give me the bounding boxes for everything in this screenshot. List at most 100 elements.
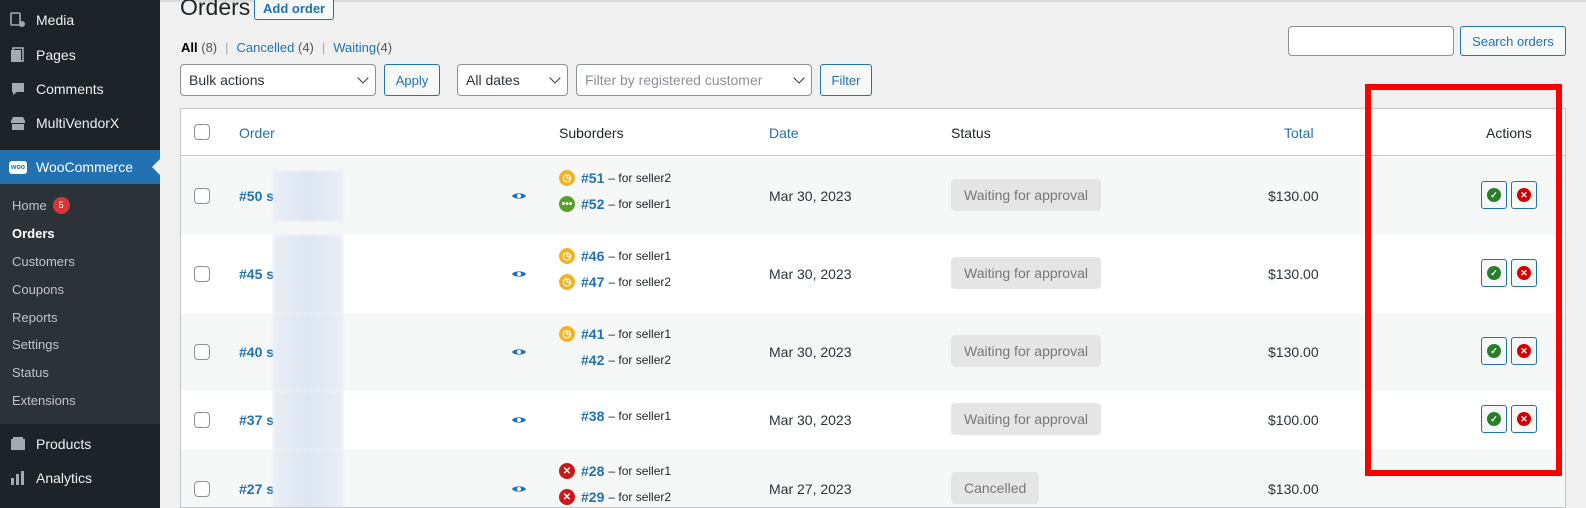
order-date: Mar 30, 2023 — [769, 412, 852, 428]
close-icon: ✕ — [1517, 266, 1531, 280]
suborder-link[interactable]: #47 — [581, 274, 604, 290]
suborder-item: ✕ #28 – for seller1 — [559, 463, 671, 479]
reject-button[interactable]: ✕ — [1511, 181, 1537, 209]
sidebar-item-comments[interactable]: Comments — [0, 72, 160, 106]
reject-button[interactable]: ✕ — [1511, 337, 1537, 365]
column-total[interactable]: Total — [1284, 125, 1314, 141]
check-icon: ✓ — [1487, 188, 1501, 202]
sidebar-item-products[interactable]: Products — [0, 427, 160, 461]
suborder-link[interactable]: #41 — [581, 326, 604, 342]
dates-select[interactable]: All dates — [457, 64, 568, 96]
current-menu-arrow — [152, 159, 160, 175]
submenu-item-reports[interactable]: Reports — [12, 310, 58, 325]
select-all-checkbox[interactable] — [194, 124, 210, 140]
table-row: #40 s ◷ #41 – for seller1 #42 – for sell… — [181, 313, 1565, 391]
row-checkbox[interactable] — [194, 266, 210, 282]
eye-icon[interactable] — [511, 191, 527, 201]
admin-sidebar: Media Pages Comments MultiVendorX woo Wo… — [0, 0, 160, 508]
redacted-customer-name — [273, 171, 343, 221]
view-cancelled[interactable]: Cancelled (4) — [237, 40, 314, 55]
approve-button[interactable]: ✓ — [1481, 181, 1507, 209]
sidebar-item-label: MultiVendorX — [36, 115, 120, 131]
redacted-customer-name — [273, 449, 343, 507]
reject-button[interactable]: ✕ — [1511, 405, 1537, 433]
filter-button[interactable]: Filter — [820, 64, 872, 96]
table-header: Order Suborders Date Status Total Action… — [181, 109, 1565, 156]
chevron-down-icon — [793, 72, 805, 84]
suborder-link[interactable]: #42 — [581, 352, 604, 368]
redacted-customer-name — [273, 235, 343, 313]
approve-button[interactable]: ✓ — [1481, 405, 1507, 433]
search-orders-button[interactable]: Search orders — [1460, 26, 1566, 56]
view-waiting[interactable]: Waiting(4) — [333, 40, 392, 55]
submenu-item-status[interactable]: Status — [12, 365, 49, 380]
no-status-icon — [559, 352, 575, 368]
apply-button[interactable]: Apply — [384, 64, 440, 96]
eye-icon[interactable] — [511, 415, 527, 425]
order-link[interactable]: #45 s — [239, 266, 274, 282]
reject-button[interactable]: ✕ — [1511, 259, 1537, 287]
search-input[interactable] — [1288, 26, 1454, 56]
order-link[interactable]: #37 s — [239, 412, 274, 428]
close-icon: ✕ — [1517, 188, 1531, 202]
order-total: $130.00 — [1268, 344, 1319, 360]
sidebar-item-multivendorx[interactable]: MultiVendorX — [0, 106, 160, 140]
sidebar-item-media[interactable]: Media — [0, 3, 160, 37]
suborder-item: ◷ #47 – for seller2 — [559, 274, 671, 290]
multivendorx-icon — [0, 114, 36, 132]
row-checkbox[interactable] — [194, 412, 210, 428]
eye-icon[interactable] — [511, 269, 527, 279]
row-checkbox[interactable] — [194, 344, 210, 360]
sidebar-item-pages[interactable]: Pages — [0, 38, 160, 72]
status-badge: Cancelled — [951, 472, 1040, 504]
sidebar-item-label: Analytics — [36, 470, 93, 486]
order-link[interactable]: #50 s — [239, 188, 274, 204]
sidebar-item-label: Products — [36, 436, 92, 452]
view-all[interactable]: All (8) — [181, 40, 217, 55]
suborder-link[interactable]: #52 — [581, 196, 604, 212]
approve-button[interactable]: ✓ — [1481, 259, 1507, 287]
column-order[interactable]: Order — [239, 125, 275, 141]
eye-icon[interactable] — [511, 484, 527, 494]
column-date[interactable]: Date — [769, 125, 799, 141]
approve-button[interactable]: ✓ — [1481, 337, 1507, 365]
column-suborders: Suborders — [559, 125, 624, 141]
order-total: $130.00 — [1268, 266, 1319, 282]
submenu-item-settings[interactable]: Settings — [12, 337, 59, 352]
order-date: Mar 30, 2023 — [769, 188, 852, 204]
order-link[interactable]: #40 s — [239, 344, 274, 360]
page-title: Orders — [180, 0, 251, 20]
check-icon: ✓ — [1487, 412, 1501, 426]
sidebar-item-woocommerce[interactable]: woo WooCommerce — [0, 150, 160, 184]
clock-icon: ◷ — [559, 326, 575, 342]
suborder-item: ◷ #41 – for seller1 — [559, 326, 671, 342]
comments-icon — [0, 80, 36, 98]
order-date: Mar 30, 2023 — [769, 266, 852, 282]
order-link[interactable]: #27 s — [239, 481, 274, 497]
order-total: $130.00 — [1268, 188, 1319, 204]
suborder-item: ◷ #46 – for seller1 — [559, 248, 671, 264]
eye-icon[interactable] — [511, 347, 527, 357]
suborder-item: ••• #52 – for seller1 — [559, 196, 671, 212]
suborder-link[interactable]: #38 — [581, 408, 604, 424]
submenu-item-coupons[interactable]: Coupons — [12, 282, 64, 297]
suborder-link[interactable]: #46 — [581, 248, 604, 264]
clock-icon: ◷ — [559, 170, 575, 186]
bulk-actions-select[interactable]: Bulk actions — [180, 64, 376, 96]
suborder-link[interactable]: #28 — [581, 463, 604, 479]
check-icon: ✓ — [1487, 344, 1501, 358]
submenu-item-extensions[interactable]: Extensions — [12, 393, 76, 408]
suborder-link[interactable]: #51 — [581, 170, 604, 186]
row-checkbox[interactable] — [194, 481, 210, 497]
products-icon — [0, 435, 36, 453]
submenu-item-orders[interactable]: Orders — [12, 226, 55, 241]
sidebar-item-analytics[interactable]: Analytics — [0, 461, 160, 495]
add-order-button[interactable]: Add order — [254, 0, 335, 20]
customer-filter-select[interactable]: Filter by registered customer — [576, 64, 812, 96]
submenu-item-customers[interactable]: Customers — [12, 254, 75, 269]
submenu-item-home[interactable]: Home 5 — [12, 197, 70, 214]
suborder-link[interactable]: #29 — [581, 489, 604, 505]
suborder-item: ✕ #29 – for seller2 — [559, 489, 671, 505]
status-badge: Waiting for approval — [951, 179, 1101, 211]
row-checkbox[interactable] — [194, 188, 210, 204]
